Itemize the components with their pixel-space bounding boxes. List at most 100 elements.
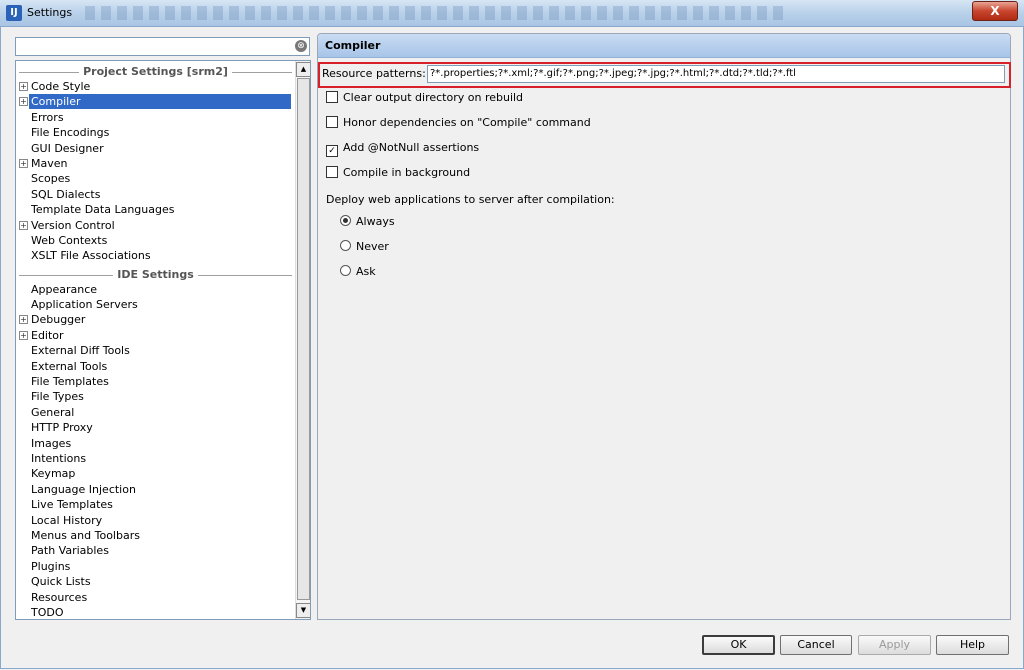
resource-patterns-label: Resource patterns: (322, 67, 426, 80)
tree-item[interactable]: Path Variables (16, 543, 295, 558)
tree-item[interactable]: Intentions (16, 451, 295, 466)
tree-item[interactable]: GUI Designer (16, 141, 295, 156)
tree-item-label: File Types (31, 390, 84, 404)
checkbox-box[interactable] (326, 166, 338, 178)
scrollbar-thumb[interactable] (297, 78, 310, 600)
tree-item[interactable]: External Tools (16, 359, 295, 374)
tree-item[interactable]: File Templates (16, 374, 295, 389)
tree-item[interactable]: + Debugger (16, 312, 295, 327)
title-bar: IJ Settings X (0, 0, 1024, 27)
tree-item[interactable]: + Maven (16, 156, 295, 171)
tree-item[interactable]: Application Servers (16, 297, 295, 312)
tree-item-label: Scopes (31, 172, 71, 186)
tree-item-label: External Tools (31, 359, 108, 373)
tree-item-label: Quick Lists (31, 575, 91, 589)
ide-settings-header-label: IDE Settings (113, 266, 198, 282)
checkmark-icon[interactable]: ✓ (326, 145, 338, 157)
checkbox-box[interactable] (326, 116, 338, 128)
expand-icon[interactable]: + (19, 330, 28, 340)
radio-icon[interactable] (340, 240, 351, 251)
ok-button[interactable]: OK (702, 635, 775, 655)
deploy-always-radio[interactable]: Always (340, 215, 395, 229)
tree-item[interactable]: Keymap (16, 466, 295, 481)
add-notnull-checkbox[interactable]: ✓ Add @NotNull assertions (326, 141, 480, 157)
tree-item[interactable]: Live Templates (16, 497, 295, 512)
deploy-ask-radio[interactable]: Ask (340, 265, 376, 279)
tree-item[interactable]: Images (16, 436, 295, 451)
tree-item[interactable]: + Code Style (16, 79, 295, 94)
tree-item[interactable]: Resources (16, 590, 295, 605)
tree-item[interactable]: Errors (16, 110, 295, 125)
tree-item[interactable]: File Encodings (16, 125, 295, 140)
resource-patterns-input[interactable]: ?*.properties;?*.xml;?*.gif;?*.png;?*.jp… (427, 65, 1005, 83)
tree-item-label: Resources (31, 590, 88, 604)
honor-dependencies-checkbox[interactable]: Honor dependencies on "Compile" command (326, 116, 591, 130)
tree-item[interactable]: File Types (16, 389, 295, 404)
checkbox-box[interactable] (326, 91, 338, 103)
tree-item[interactable]: SQL Dialects (16, 187, 295, 202)
close-button[interactable]: X (972, 1, 1018, 21)
tree-item-label: Appearance (31, 282, 98, 296)
scroll-down-arrow-icon[interactable]: ▼ (296, 603, 310, 618)
tree-item[interactable]: + Editor (16, 328, 295, 343)
scroll-up-arrow-icon[interactable]: ▲ (296, 62, 310, 77)
tree-item[interactable]: TODO (16, 605, 295, 619)
tree-item-label: Language Injection (31, 482, 136, 496)
tree-item-label: Code Style (31, 80, 91, 93)
checkbox-label: Clear output directory on rebuild (343, 91, 524, 104)
deploy-never-radio[interactable]: Never (340, 240, 389, 254)
expand-icon[interactable]: + (19, 315, 28, 325)
background-toolbar-ghost (85, 6, 785, 20)
tree-item[interactable]: Scopes (16, 171, 295, 186)
radio-icon[interactable] (340, 265, 351, 276)
radio-label: Never (356, 240, 389, 253)
tree-scrollbar[interactable]: ▲ ▼ (295, 61, 310, 619)
settings-tree[interactable]: Project Settings [srm2] + Code Style + Comp… (15, 60, 311, 620)
tree-item-label: Maven (31, 156, 68, 170)
tree-item[interactable]: XSLT File Associations (16, 248, 295, 263)
expand-icon[interactable]: + (19, 82, 28, 91)
tree-item[interactable]: Template Data Languages (16, 202, 295, 217)
window-title: Settings (27, 6, 73, 19)
deploy-label: Deploy web applications to server after … (326, 193, 615, 206)
clear-output-checkbox[interactable]: Clear output directory on rebuild (326, 91, 523, 105)
radio-selected-icon[interactable] (340, 215, 351, 226)
tree-item[interactable]: Menus and Toolbars (16, 528, 295, 543)
tree-item-label: Editor (31, 328, 64, 342)
checkbox-label: Add @NotNull assertions (343, 141, 480, 154)
cancel-button[interactable]: Cancel (780, 635, 852, 655)
tree-item[interactable]: Quick Lists (16, 574, 295, 589)
help-button[interactable]: Help (936, 635, 1009, 655)
tree-item-label: HTTP Proxy (31, 421, 93, 435)
tree-item[interactable]: + Version Control (16, 218, 295, 233)
tree-item-label: Intentions (31, 451, 87, 465)
tree-item[interactable]: Web Contexts (16, 233, 295, 248)
tree-item[interactable]: Plugins (16, 559, 295, 574)
apply-button[interactable]: Apply (858, 635, 931, 655)
tree-item-label: File Encodings (31, 126, 110, 140)
expand-icon[interactable]: + (19, 220, 28, 230)
tree-item-label: Images (31, 436, 72, 450)
tree-item-label: External Diff Tools (31, 344, 130, 358)
compile-background-checkbox[interactable]: Compile in background (326, 166, 470, 180)
tree-item[interactable]: Local History (16, 513, 295, 528)
tree-item[interactable]: + Compiler (16, 94, 295, 110)
tree-item[interactable]: Language Injection (16, 482, 295, 497)
expand-icon[interactable]: + (19, 97, 28, 107)
expand-icon[interactable]: + (19, 158, 28, 168)
tree-item[interactable]: External Diff Tools (16, 343, 295, 358)
panel-title: Compiler (325, 39, 381, 52)
tree-item[interactable]: Appearance (16, 282, 295, 297)
clear-search-icon[interactable]: ⊗ (295, 40, 307, 52)
project-settings-header-label: Project Settings [srm2] (79, 64, 232, 79)
tree-item[interactable]: HTTP Proxy (16, 420, 295, 435)
project-settings-header: Project Settings [srm2] (16, 64, 295, 79)
tree-item-label: Path Variables (31, 544, 109, 558)
tree-item-label: Menus and Toolbars (31, 528, 140, 542)
tree-item[interactable]: General (16, 405, 295, 420)
tree-item-label: Application Servers (31, 298, 138, 312)
tree-item-label: XSLT File Associations (31, 249, 151, 263)
settings-search-input[interactable]: ⊗ (15, 37, 310, 56)
tree-item-label: Web Contexts (31, 233, 108, 247)
tree-item-label: TODO (31, 605, 64, 619)
